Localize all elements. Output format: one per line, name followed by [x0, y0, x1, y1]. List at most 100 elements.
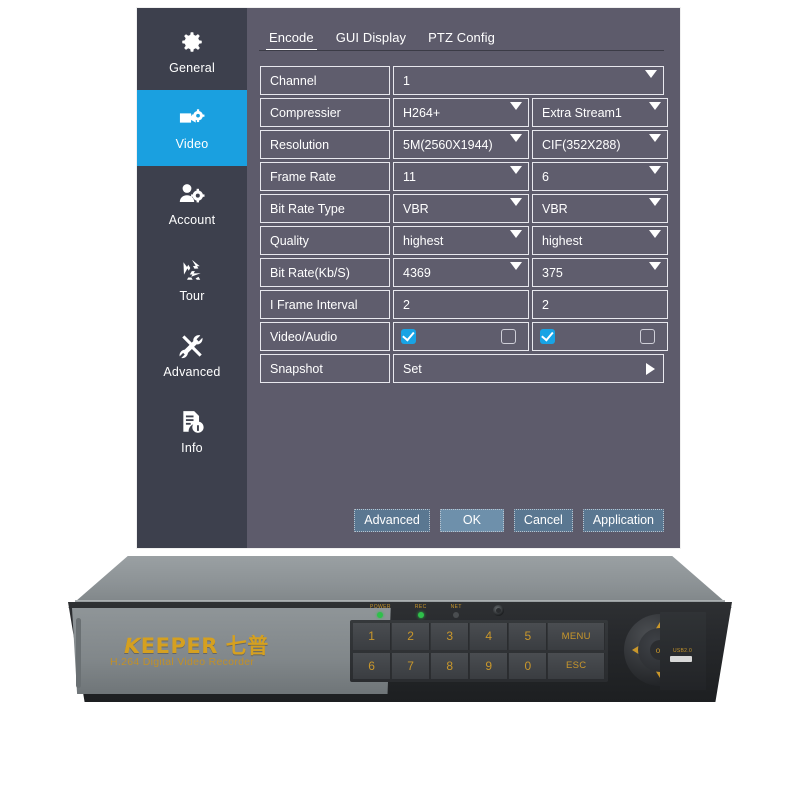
bit-rate-type-main-select[interactable]: VBR [393, 194, 529, 223]
cell-value: VBR [403, 201, 429, 216]
led-net: NET [451, 604, 462, 618]
chevron-down-icon [510, 166, 522, 174]
usb-label: USB2.0 [673, 648, 693, 654]
sidebar-item-label: Tour [179, 289, 205, 304]
cell-value: 375 [542, 265, 563, 280]
table-row: Snapshot Set [260, 354, 664, 383]
table-row: Resolution 5M(2560X1944) CIF(352X288) [260, 130, 668, 159]
tab-gui-display[interactable]: GUI Display [336, 30, 406, 51]
key-6[interactable]: 6 [353, 652, 392, 679]
i-frame-interval-sub-input[interactable]: 2 [532, 290, 668, 319]
ok-button[interactable]: OK [439, 508, 504, 532]
application-button[interactable]: Application [582, 508, 664, 532]
chevron-down-icon [510, 262, 522, 270]
row-label: Channel [260, 66, 390, 95]
chevron-down-icon [649, 134, 661, 142]
bit-rate-type-sub-select[interactable]: VBR [532, 194, 668, 223]
compressier-main-select[interactable]: H264+ [393, 98, 529, 127]
key-9[interactable]: 9 [470, 652, 509, 679]
ir-receiver-icon [493, 605, 504, 616]
led-power: POWER [370, 604, 391, 618]
sidebar-item-label: Account [168, 213, 216, 228]
led-light-icon [417, 612, 424, 618]
dvr-keypad: 1 2 3 4 5 MENU 6 7 8 9 0 ESC [350, 620, 608, 682]
key-8[interactable]: 8 [431, 652, 470, 679]
chevron-down-icon [649, 230, 661, 238]
bit-rate-sub-select[interactable]: 375 [532, 258, 668, 287]
frame-rate-main-select[interactable]: 11 [393, 162, 529, 191]
usb-port [670, 656, 692, 662]
cell-value: highest [403, 233, 444, 248]
chevron-right-icon [646, 362, 655, 375]
led-label: NET [450, 604, 462, 610]
sidebar-item-video[interactable]: Video [137, 90, 247, 166]
tab-ptz-config[interactable]: PTZ Config [428, 30, 495, 51]
cell-value: 4369 [403, 265, 431, 280]
key-2[interactable]: 2 [392, 623, 431, 650]
snapshot-set-button[interactable]: Set [393, 354, 664, 383]
action-button-bar: Advanced OK Cancel Application [354, 508, 664, 532]
sidebar-item-label: Info [181, 441, 203, 456]
gear-icon [179, 29, 205, 55]
keypad-row-2: 6 7 8 9 0 ESC [353, 652, 605, 679]
sidebar-item-general[interactable]: General [137, 14, 247, 90]
row-label: Compressier [260, 98, 390, 127]
led-label: REC [414, 604, 427, 610]
sidebar-item-advanced[interactable]: Advanced [137, 318, 247, 394]
sidebar-item-label: General [169, 61, 215, 76]
video-checkbox-sub[interactable] [540, 329, 555, 344]
frame-rate-sub-select[interactable]: 6 [532, 162, 668, 191]
channel-select[interactable]: 1 [393, 66, 664, 95]
video-checkbox-main[interactable] [401, 329, 416, 344]
key-0[interactable]: 0 [509, 652, 548, 679]
i-frame-interval-main-input[interactable]: 2 [393, 290, 529, 319]
cancel-button[interactable]: Cancel [513, 508, 573, 532]
led-indicator-group: POWER REC NET [370, 604, 462, 618]
sidebar-item-tour[interactable]: Tour [137, 242, 247, 318]
bit-rate-main-select[interactable]: 4369 [393, 258, 529, 287]
tab-encode[interactable]: Encode [266, 30, 317, 51]
key-esc[interactable]: ESC [548, 652, 605, 679]
key-menu[interactable]: MENU [548, 623, 605, 650]
table-row: Frame Rate 11 6 [260, 162, 668, 191]
audio-checkbox-sub[interactable] [640, 329, 655, 344]
key-1[interactable]: 1 [353, 623, 392, 650]
key-7[interactable]: 7 [392, 652, 431, 679]
tab-divider [259, 50, 664, 51]
video-audio-main-group [393, 322, 529, 351]
led-light-icon [453, 612, 460, 618]
dvr-settings-panel: General Video Account Tour Advanced Info… [137, 8, 680, 548]
resolution-main-select[interactable]: 5M(2560X1944) [393, 130, 529, 159]
row-label: Quality [260, 226, 390, 255]
tools-icon [179, 333, 205, 359]
resolution-sub-select[interactable]: CIF(352X288) [532, 130, 668, 159]
chevron-down-icon [510, 102, 522, 110]
sidebar: General Video Account Tour Advanced Info [137, 8, 247, 548]
table-row: Bit Rate Type VBR VBR [260, 194, 668, 223]
table-row: I Frame Interval 2 2 [260, 290, 668, 319]
advanced-button[interactable]: Advanced [354, 508, 430, 532]
chevron-down-icon [510, 134, 522, 142]
table-row: Compressier H264+ Extra Stream1 [260, 98, 668, 127]
cell-value: 6 [542, 169, 549, 184]
compressier-sub-select[interactable]: Extra Stream1 [532, 98, 668, 127]
camera-gear-icon [179, 105, 205, 131]
quality-main-select[interactable]: highest [393, 226, 529, 255]
table-row: Channel 1 [260, 66, 664, 95]
sidebar-item-info[interactable]: Info [137, 394, 247, 470]
dvr-device-photo: KEEPER 七普 H.264 Digital Video Recorder P… [68, 556, 732, 712]
video-audio-sub-group [532, 322, 668, 351]
key-4[interactable]: 4 [470, 623, 509, 650]
sidebar-item-label: Video [175, 137, 209, 152]
sidebar-item-account[interactable]: Account [137, 166, 247, 242]
cell-value: H264+ [403, 105, 441, 120]
chevron-down-icon [649, 262, 661, 270]
screenshot-root: General Video Account Tour Advanced Info… [0, 0, 800, 800]
row-label: Snapshot [260, 354, 390, 383]
quality-sub-select[interactable]: highest [532, 226, 668, 255]
audio-checkbox-main[interactable] [501, 329, 516, 344]
key-3[interactable]: 3 [431, 623, 470, 650]
row-label: I Frame Interval [260, 290, 390, 319]
key-5[interactable]: 5 [509, 623, 548, 650]
cell-value: Extra Stream1 [542, 105, 622, 120]
